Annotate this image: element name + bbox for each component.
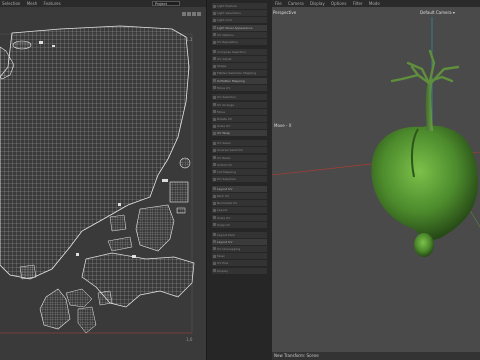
axis-label: Move - X: [274, 123, 292, 128]
viewport-menubar: File Camera Display Options Filter Mode: [272, 0, 480, 7]
uv-shell-tiny[interactable]: [118, 203, 121, 206]
uv-canvas[interactable]: 1,1 1,0: [0, 7, 206, 360]
uv-shell-tiny[interactable]: [52, 45, 55, 47]
uv-shell-small[interactable]: [77, 306, 97, 334]
tool-item[interactable]: Layout Pack: [212, 231, 267, 238]
fruit-bottom[interactable]: [414, 233, 434, 257]
viewport-panel: File Camera Display Options Filter Mode: [272, 0, 480, 360]
tool-item[interactable]: UV Options: [212, 31, 267, 38]
uv-shell-small[interactable]: [97, 290, 113, 306]
uv-shell-tiny[interactable]: [176, 207, 186, 214]
tool-item[interactable]: Compose Selection: [212, 48, 267, 55]
camera-label[interactable]: Default Camera ▾: [420, 10, 455, 15]
uv-editor-panel: Selection Mesh Features Project 1,1 1,0: [0, 0, 206, 360]
tool-item[interactable]: Move UV: [212, 84, 267, 91]
uv-shell-medium[interactable]: [135, 204, 175, 252]
fruit-body[interactable]: [371, 125, 478, 240]
tool-item[interactable]: Light Selections: [212, 10, 267, 17]
tool-item[interactable]: UV Pins: [212, 260, 267, 267]
tool-item[interactable]: Unflatten Mapping: [212, 77, 267, 84]
tool-item[interactable]: Unfold UV: [212, 161, 267, 168]
fruit-branches: [390, 49, 460, 85]
tool-item[interactable]: UV Arrange: [212, 101, 267, 108]
tool-item[interactable]: UV Unwrapping: [212, 245, 267, 252]
tool-item[interactable]: Layout UV: [212, 185, 267, 192]
uv-shell-small[interactable]: [19, 264, 37, 280]
tool-item[interactable]: Scale UV: [212, 214, 267, 221]
tool-item[interactable]: UV Reposition: [212, 39, 267, 45]
tool-item[interactable]: Light Panel Appearance: [212, 24, 267, 31]
tool-item[interactable]: UV Adjust: [212, 55, 267, 62]
vp-menu-display[interactable]: Display: [310, 1, 325, 6]
tool-item[interactable]: Cut Mapping: [212, 168, 267, 175]
vp-menu-file[interactable]: File: [275, 1, 282, 6]
uv-shell-small[interactable]: [39, 288, 71, 330]
uv-menu-features[interactable]: Features: [44, 1, 61, 6]
uv-corner-label-top: 1,1: [186, 37, 193, 42]
tool-item[interactable]: Rotate UV: [212, 116, 267, 122]
uv-shell-small[interactable]: [12, 40, 32, 50]
tool-item[interactable]: Normalize UV: [212, 200, 267, 207]
tool-item[interactable]: Shape: [212, 63, 267, 70]
uv-shell-small[interactable]: [107, 236, 133, 252]
vp-menu-filter[interactable]: Filter: [353, 1, 363, 6]
tool-item[interactable]: Texel: [212, 253, 267, 260]
uv-corner-label-bottom: 1,0: [186, 337, 193, 342]
tool-item[interactable]: UV Seam: [212, 140, 267, 147]
uv-menu-mesh[interactable]: Mesh: [27, 1, 38, 6]
tool-item[interactable]: UV Wrap: [212, 130, 267, 137]
uv-shell-tiny[interactable]: [162, 179, 168, 182]
tool-item[interactable]: Unwrap Selection: [212, 147, 267, 154]
tool-item[interactable]: Light Feature: [212, 3, 267, 9]
tool-item[interactable]: Light Grid: [212, 17, 267, 24]
tool-item[interactable]: Display: [212, 267, 267, 274]
tool-panel: Light Feature Light Selections Light Grid L…: [206, 0, 274, 360]
vp-menu-options[interactable]: Options: [331, 1, 346, 6]
uv-toolbar-icons: [182, 1, 206, 16]
uv-menu-selection[interactable]: Selection: [2, 1, 20, 6]
uv-shell-tiny[interactable]: [39, 41, 43, 44]
tool-item[interactable]: Pack UV: [212, 193, 267, 199]
tool-item[interactable]: UV Relax: [212, 154, 267, 161]
view-label: Perspective: [273, 10, 297, 15]
tool-item[interactable]: UV Selection: [212, 94, 267, 101]
tool-item[interactable]: Layout: [212, 207, 267, 214]
tool-item[interactable]: Pin Selection: [212, 176, 267, 183]
status-bar: New Transform: Scene: [272, 352, 480, 360]
tool-item[interactable]: Scale UV: [212, 123, 267, 130]
tool-item[interactable]: Snap UV: [212, 221, 267, 228]
tool-item[interactable]: Move: [212, 108, 267, 115]
tool-item[interactable]: Layout UV: [212, 238, 267, 245]
viewport-canvas[interactable]: Perspective Default Camera ▾ Move - X: [272, 7, 480, 360]
vp-menu-mode[interactable]: Mode: [369, 1, 380, 6]
uv-shell-small[interactable]: [179, 157, 191, 169]
vp-menu-camera[interactable]: Camera: [288, 1, 304, 6]
tool-item[interactable]: Flatten Selection Mapping: [212, 70, 267, 77]
projection-select[interactable]: Project: [152, 1, 180, 6]
uv-shell-tiny[interactable]: [76, 253, 79, 256]
uv-shell-small[interactable]: [65, 288, 93, 308]
uv-shell-small[interactable]: [169, 181, 189, 203]
uv-shell-small[interactable]: [109, 214, 127, 232]
